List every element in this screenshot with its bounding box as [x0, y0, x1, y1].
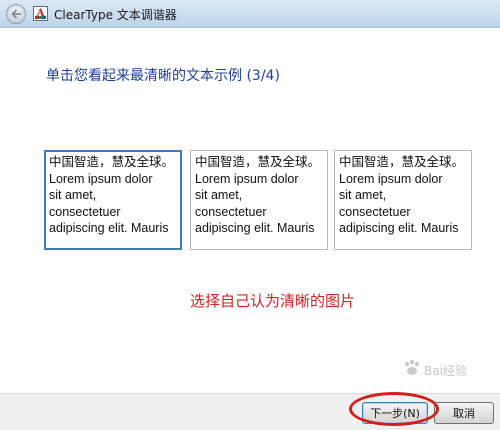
next-button[interactable]: 下一步(N)	[362, 402, 428, 424]
text-sample-3-content: 中国智造，慧及全球。 Lorem ipsum dolor sit amet, c…	[339, 155, 465, 235]
annotation-text: 选择自己认为清晰的图片	[190, 292, 356, 310]
text-sample-1-content: 中国智造，慧及全球。 Lorem ipsum dolor sit amet, c…	[49, 155, 175, 235]
window-title: ClearType 文本调谐器	[54, 8, 177, 22]
text-sample-3[interactable]: 中国智造，慧及全球。 Lorem ipsum dolor sit amet, c…	[334, 150, 472, 250]
back-button[interactable]	[6, 4, 26, 24]
wizard-heading: 单击您看起来最清晰的文本示例 (3/4)	[46, 68, 280, 84]
text-sample-1[interactable]: 中国智造，慧及全球。 Lorem ipsum dolor sit amet, c…	[44, 150, 182, 250]
cancel-button[interactable]: 取消	[434, 402, 494, 424]
watermark-paw-icon	[404, 359, 420, 375]
wizard-footer: 下一步(N) 取消	[0, 393, 500, 430]
watermark-text: Bai经验	[424, 364, 467, 378]
title-bar: A ClearType 文本调谐器	[0, 0, 500, 28]
text-sample-2-content: 中国智造，慧及全球。 Lorem ipsum dolor sit amet, c…	[195, 155, 321, 235]
back-arrow-icon	[11, 9, 21, 19]
cleartype-app-icon: A	[33, 6, 48, 21]
text-sample-2[interactable]: 中国智造，慧及全球。 Lorem ipsum dolor sit amet, c…	[190, 150, 328, 250]
